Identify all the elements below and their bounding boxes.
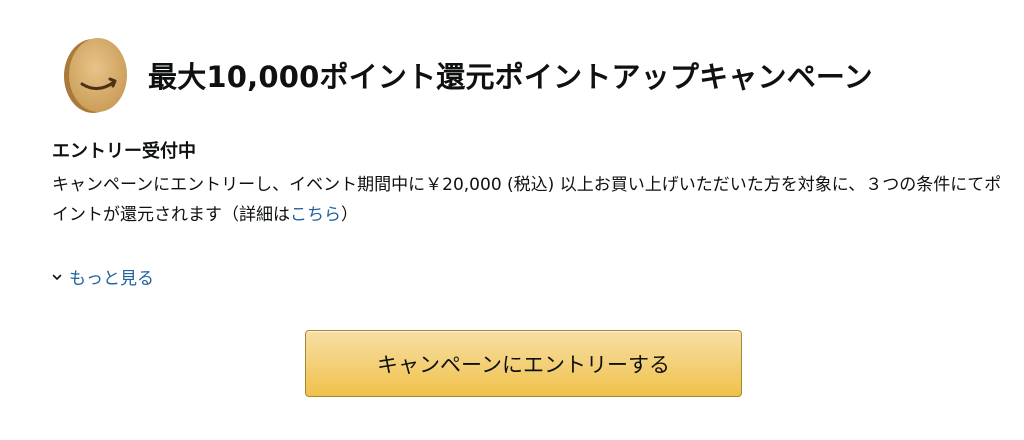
details-link[interactable]: こちら [290,205,341,225]
chevron-down-icon [52,274,62,280]
show-more-label: もっと見る [69,269,154,289]
entry-status: エントリー受付中 [52,141,196,162]
campaign-header: 最大10,000ポイント還元ポイントアップキャンペーン [58,34,873,116]
description-text-end: ） [341,205,358,225]
entry-button-label: キャンペーンにエントリーする [377,352,670,377]
show-more-toggle[interactable]: もっと見る [52,264,154,289]
campaign-description: キャンペーンにエントリーし、イベント期間中に￥20,000 (税込) 以上お買い… [52,170,1002,230]
campaign-title: 最大10,000ポイント還元ポイントアップキャンペーン [148,60,873,94]
amazon-points-coin-icon [64,38,127,113]
campaign-entry-button[interactable]: キャンペーンにエントリーする [305,330,742,397]
campaign-card: 最大10,000ポイント還元ポイントアップキャンペーン エントリー受付中 キャン… [0,0,1024,440]
description-text: キャンペーンにエントリーし、イベント期間中に￥20,000 (税込) 以上お買い… [52,175,1002,225]
